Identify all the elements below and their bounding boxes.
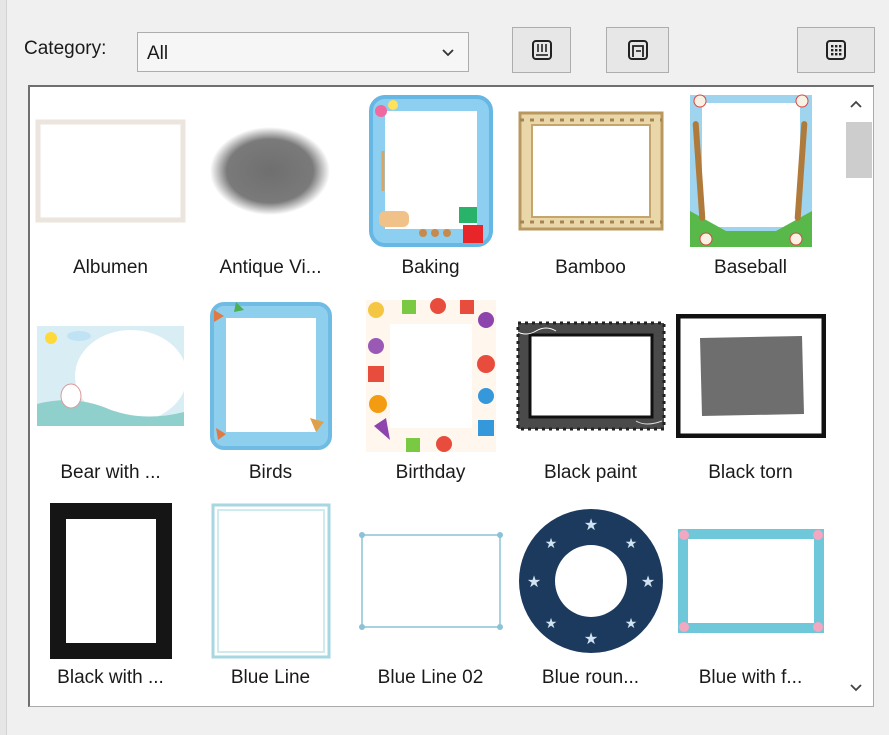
blue-line-02-frame-thumbnail xyxy=(358,532,503,630)
frame-item-bamboo[interactable]: Bamboo xyxy=(510,87,671,292)
frame-label: Birthday xyxy=(395,462,466,483)
scrollbar-thumb[interactable] xyxy=(846,122,872,178)
baking-frame-thumbnail xyxy=(368,95,493,247)
frame-label: Blue with f... xyxy=(698,667,803,688)
birds-frame-thumbnail xyxy=(209,302,332,450)
frame-label: Bear with ... xyxy=(60,462,161,483)
window-left-edge xyxy=(0,0,7,735)
category-selected-value: All xyxy=(147,43,169,64)
frame-label: Blue Line xyxy=(230,667,311,688)
frame-item-bear[interactable]: Bear with ... xyxy=(30,292,191,497)
scroll-down-arrow-icon[interactable] xyxy=(847,681,865,695)
frame-item-blue-line-02[interactable]: Blue Line 02 xyxy=(350,497,511,702)
svg-text:★: ★ xyxy=(526,574,540,591)
svg-text:★: ★ xyxy=(624,535,637,551)
grid-view-icon xyxy=(826,40,846,60)
frame-item-blue-line[interactable]: Blue Line xyxy=(190,497,351,702)
frame-item-antique-vignette[interactable]: Antique Vi... xyxy=(190,87,351,292)
svg-text:★: ★ xyxy=(544,535,557,551)
category-dropdown[interactable]: All xyxy=(137,32,469,72)
baseball-frame-thumbnail xyxy=(689,94,812,247)
blue-line-frame-thumbnail xyxy=(211,503,330,659)
frame-item-baking[interactable]: Baking xyxy=(350,87,511,292)
bear-frame-thumbnail xyxy=(37,326,186,426)
frame-item-albumen[interactable]: Albumen xyxy=(30,87,191,292)
frame-label: Birds xyxy=(248,462,293,483)
frame-label: Baseball xyxy=(714,257,787,278)
frame-item-black-torn[interactable]: Black torn xyxy=(670,292,831,497)
frame-label: Black torn xyxy=(708,462,793,483)
frame-label: Baking xyxy=(401,257,460,278)
frame-label: Albumen xyxy=(73,257,148,278)
blue-round-frame-thumbnail: ★ ★ ★ ★ ★ ★ ★ ★ xyxy=(518,509,663,653)
birthday-frame-thumbnail xyxy=(365,298,496,452)
antique-vignette-frame-thumbnail xyxy=(210,127,330,215)
svg-text:★: ★ xyxy=(640,574,654,591)
frame-label: Black paint xyxy=(544,462,637,483)
toolbar-button-1[interactable] xyxy=(512,27,571,73)
frame-label: Blue Line 02 xyxy=(377,667,484,688)
bamboo-frame-thumbnail xyxy=(518,111,663,231)
svg-text:★: ★ xyxy=(583,631,597,648)
svg-text:★: ★ xyxy=(583,517,597,534)
frame-label: Blue roun... xyxy=(541,667,640,688)
frame-item-baseball[interactable]: Baseball xyxy=(670,87,831,292)
toolbar-button-3[interactable] xyxy=(797,27,875,73)
svg-text:★: ★ xyxy=(544,615,557,631)
black-torn-frame-thumbnail xyxy=(675,314,826,438)
frame-item-black-with[interactable]: Black with ... xyxy=(30,497,191,702)
chevron-down-icon xyxy=(442,49,454,57)
frame-label: Antique Vi... xyxy=(219,257,322,278)
frames-gallery: Albumen Antique Vi... Baking Bamboo Base… xyxy=(28,85,874,707)
scroll-up-arrow-icon[interactable] xyxy=(847,97,865,111)
toolbar-button-2[interactable] xyxy=(606,27,669,73)
frame-item-birthday[interactable]: Birthday xyxy=(350,292,511,497)
frame-item-birds[interactable]: Birds xyxy=(190,292,351,497)
frame-item-blue-with-flowers[interactable]: Blue with f... xyxy=(670,497,831,702)
frame-item-blue-round[interactable]: ★ ★ ★ ★ ★ ★ ★ ★ Blue roun... xyxy=(510,497,671,702)
frames-grid: Albumen Antique Vi... Baking Bamboo Base… xyxy=(30,87,840,707)
albumen-frame-thumbnail xyxy=(35,119,186,223)
frame-label: Bamboo xyxy=(555,257,626,278)
category-label: Category: xyxy=(24,38,107,59)
black-paint-frame-thumbnail xyxy=(515,321,665,431)
svg-text:★: ★ xyxy=(624,615,637,631)
vertical-scrollbar[interactable] xyxy=(839,87,873,705)
blue-with-flowers-frame-thumbnail xyxy=(677,529,824,633)
frame-item-black-paint[interactable]: Black paint xyxy=(510,292,671,497)
frame-top-icon xyxy=(531,40,552,60)
frame-label: Black with ... xyxy=(57,667,164,688)
black-with-frame-thumbnail xyxy=(49,503,172,659)
frame-inset-icon xyxy=(627,40,648,60)
